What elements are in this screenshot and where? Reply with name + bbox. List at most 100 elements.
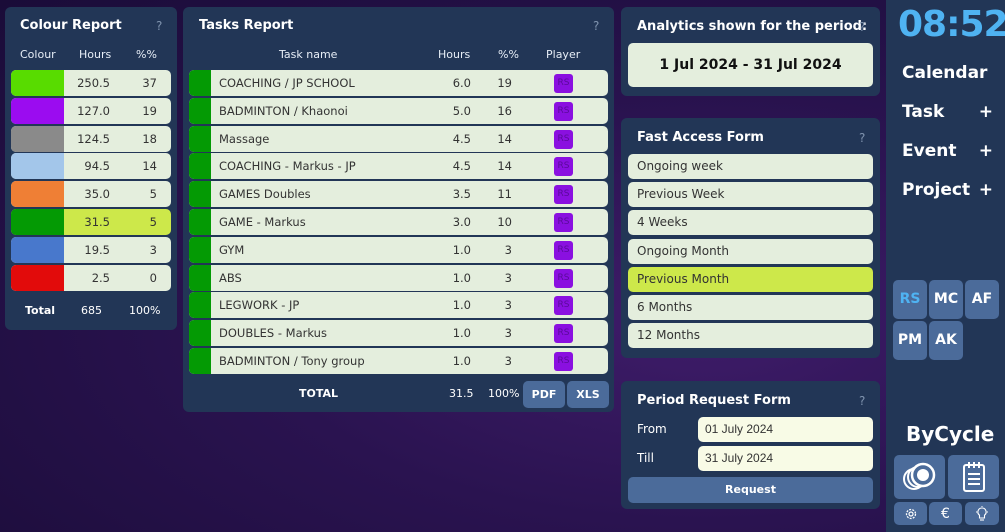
player-badge[interactable]: RS <box>554 157 573 177</box>
player-button-rs[interactable]: RS <box>893 280 927 319</box>
fast-access-option[interactable]: 4 Weeks <box>628 210 873 236</box>
colour-hours: 2.5 <box>91 270 110 285</box>
sidebar-link-project[interactable]: Project <box>902 180 970 200</box>
colour-pct: 14 <box>142 159 157 174</box>
fast-access-option[interactable]: Ongoing Month <box>628 238 873 264</box>
player-button-pm[interactable]: PM <box>893 321 927 360</box>
pdf-button[interactable]: PDF <box>523 381 565 408</box>
colour-total-hours: 685 <box>81 304 102 317</box>
colour-row[interactable]: 94.5 14 <box>11 153 171 180</box>
task-pct: 3 <box>504 326 512 341</box>
task-colour-swatch <box>189 97 211 124</box>
settings-button[interactable] <box>894 502 927 525</box>
player-badge[interactable]: RS <box>554 101 573 121</box>
till-date-input[interactable] <box>698 446 873 471</box>
colour-row[interactable]: 19.5 3 <box>11 236 171 263</box>
task-hours: 1.0 <box>452 298 471 313</box>
task-name: GAMES Doubles <box>219 187 311 202</box>
colour-swatch <box>11 97 64 124</box>
colour-row[interactable]: 35.0 5 <box>11 181 171 208</box>
colour-row[interactable]: 250.5 37 <box>11 70 171 96</box>
player-badge[interactable]: RS <box>554 352 573 371</box>
task-hours: 3.0 <box>452 215 471 229</box>
sidebar-link-calendar[interactable]: Calendar <box>902 63 987 83</box>
colour-swatch <box>11 209 64 235</box>
player-badge[interactable]: RS <box>554 324 573 344</box>
player-button-ak[interactable]: AK <box>929 321 963 360</box>
task-row[interactable]: COACHING - Markus - JP 4.5 14 RS <box>189 153 608 180</box>
colour-total-label: Total <box>25 304 56 317</box>
player-button-af[interactable]: AF <box>965 280 999 319</box>
task-row[interactable]: LEGWORK - JP 1.0 3 RS <box>189 292 608 319</box>
sidebar-link-task[interactable]: Task <box>902 102 944 122</box>
task-name: GAME - Markus <box>219 215 306 229</box>
colour-row[interactable]: 31.5 5 <box>11 209 171 235</box>
analytics-period-value: 1 Jul 2024 - 31 Jul 2024 <box>628 43 873 87</box>
colour-hours: 124.5 <box>77 131 110 146</box>
add-task-plus-icon[interactable]: + <box>979 102 993 122</box>
task-hours: 3.5 <box>452 187 471 202</box>
fast-access-option[interactable]: Ongoing week <box>628 154 873 179</box>
colour-row[interactable]: 127.0 19 <box>11 97 171 124</box>
lightbulb-icon <box>976 505 988 521</box>
task-row[interactable]: GAME - Markus 3.0 10 RS <box>189 209 608 235</box>
help-icon[interactable]: ? <box>859 20 865 34</box>
sidebar-link-event[interactable]: Event <box>902 141 956 161</box>
from-date-input[interactable] <box>698 417 873 442</box>
task-row[interactable]: Massage 4.5 14 RS <box>189 125 608 152</box>
help-icon[interactable]: ? <box>859 131 865 145</box>
brand-logo: ByCycle <box>906 422 995 446</box>
fast-access-option[interactable]: Previous Week <box>628 182 873 208</box>
period-request-panel: Period Request Form ? From Till Request <box>621 381 880 509</box>
fast-access-option[interactable]: 6 Months <box>628 295 873 320</box>
add-project-plus-icon[interactable]: + <box>979 180 993 200</box>
task-row[interactable]: DOUBLES - Markus 1.0 3 RS <box>189 320 608 347</box>
task-row[interactable]: BADMINTON / Khaonoi 5.0 16 RS <box>189 97 608 124</box>
player-badge[interactable]: RS <box>554 240 573 260</box>
player-badge[interactable]: RS <box>554 74 573 93</box>
colour-row[interactable]: 2.5 0 <box>11 264 171 291</box>
colour-swatch <box>11 236 64 263</box>
task-row[interactable]: ABS 1.0 3 RS <box>189 264 608 291</box>
task-colour-swatch <box>189 125 211 152</box>
task-colour-swatch <box>189 348 211 374</box>
player-badge[interactable]: RS <box>554 185 573 205</box>
task-row[interactable]: GYM 1.0 3 RS <box>189 236 608 263</box>
ideas-button[interactable] <box>965 502 999 525</box>
add-event-plus-icon[interactable]: + <box>979 141 993 161</box>
task-row[interactable]: BADMINTON / Tony group 1.0 3 RS <box>189 348 608 374</box>
player-badge[interactable]: RS <box>554 213 573 232</box>
player-badge[interactable]: RS <box>554 296 573 316</box>
task-name-column-header: Task name <box>279 48 338 61</box>
fast-access-option[interactable]: Previous Month <box>628 266 873 292</box>
sidebar: 08:52 Calendar Task + Event + Project + RS MC AF… <box>886 0 1005 532</box>
colour-hours: 127.0 <box>77 103 110 118</box>
help-icon[interactable]: ? <box>859 394 865 408</box>
task-hours: 4.5 <box>452 131 471 146</box>
help-icon[interactable]: ? <box>593 19 599 33</box>
euro-button[interactable]: € <box>929 502 962 525</box>
help-icon[interactable]: ? <box>156 19 162 33</box>
player-badge[interactable]: RS <box>554 268 573 288</box>
notepad-button[interactable] <box>948 455 999 499</box>
fast-access-option[interactable]: 12 Months <box>628 323 873 349</box>
colour-swatch <box>11 70 64 96</box>
euro-icon: € <box>941 505 950 522</box>
xls-button[interactable]: XLS <box>567 381 609 408</box>
request-button[interactable]: Request <box>628 477 873 503</box>
player-button-mc[interactable]: MC <box>929 280 963 319</box>
task-hours: 4.5 <box>452 159 471 174</box>
coins-button[interactable] <box>894 455 945 499</box>
task-pct: 11 <box>497 187 512 202</box>
colour-swatch <box>11 153 64 180</box>
task-row[interactable]: GAMES Doubles 3.5 11 RS <box>189 181 608 208</box>
task-hours: 5.0 <box>452 103 471 118</box>
pct-column-header: %% <box>498 48 519 61</box>
player-badge[interactable]: RS <box>554 129 573 149</box>
pct-column-header: %% <box>136 48 157 61</box>
task-row[interactable]: COACHING / JP SCHOOL 6.0 19 RS <box>189 70 608 96</box>
colour-pct: 37 <box>142 76 157 90</box>
task-colour-swatch <box>189 70 211 96</box>
notepad-icon <box>962 462 985 492</box>
colour-row[interactable]: 124.5 18 <box>11 125 171 152</box>
